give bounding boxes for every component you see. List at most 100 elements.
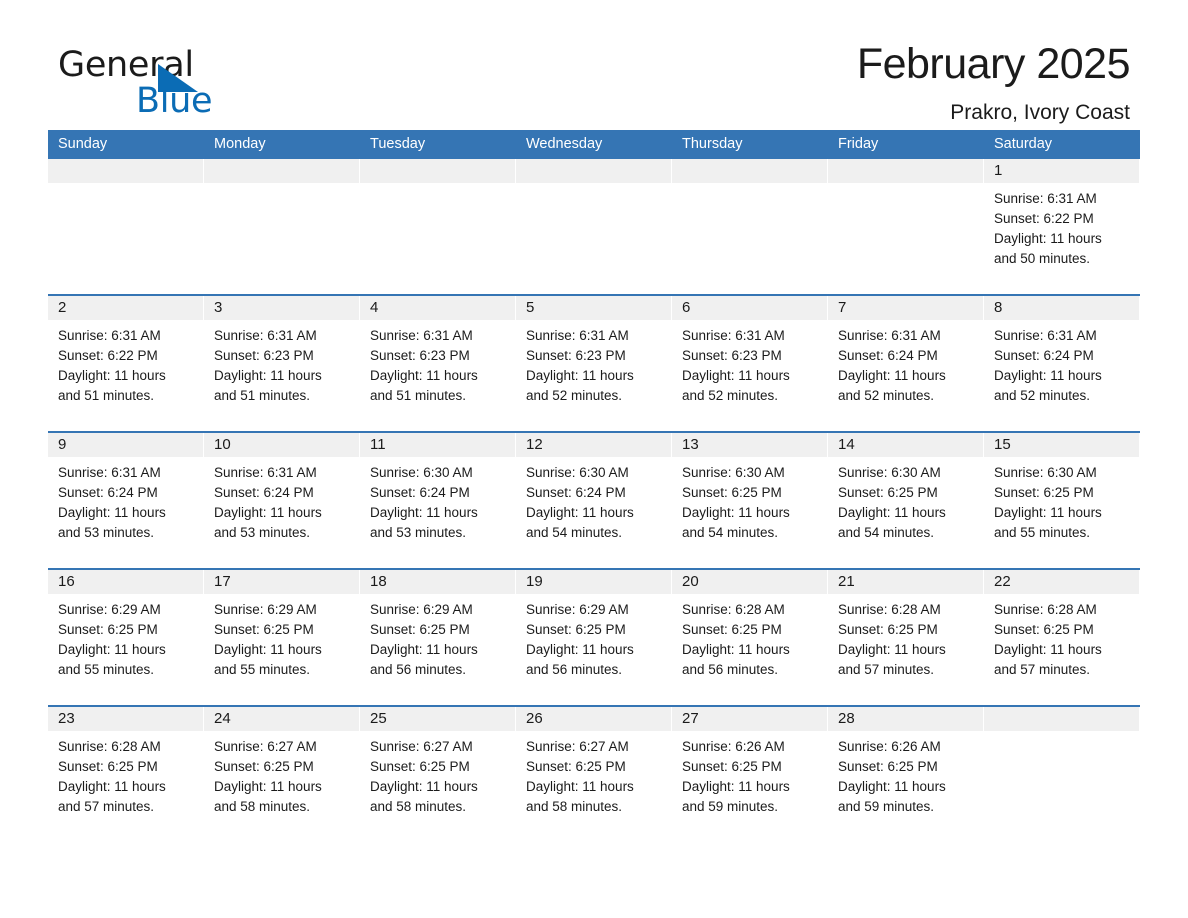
day-number: 19 (526, 573, 543, 590)
daylight-text-line2: and 55 minutes. (214, 662, 311, 677)
day-cell[interactable]: 3 Sunrise: 6:31 AM Sunset: 6:23 PM Dayli… (204, 296, 360, 431)
day-cell[interactable]: 26 Sunrise: 6:27 AM Sunset: 6:25 PM Dayl… (516, 707, 672, 842)
sunrise-text: Sunrise: 6:28 AM (58, 739, 161, 754)
day-cell[interactable]: 1 Sunrise: 6:31 AM Sunset: 6:22 PM Dayli… (984, 159, 1140, 294)
day-cell[interactable]: 25 Sunrise: 6:27 AM Sunset: 6:25 PM Dayl… (360, 707, 516, 842)
daylight-text-line1: Daylight: 11 hours (214, 505, 322, 520)
day-number-band: 3 (204, 296, 359, 320)
sunset-text: Sunset: 6:23 PM (214, 348, 314, 363)
sunrise-text: Sunrise: 6:31 AM (370, 328, 473, 343)
daylight-text-line2: and 59 minutes. (682, 799, 779, 814)
daylight-text-line2: and 55 minutes. (994, 525, 1091, 540)
day-details: Sunrise: 6:31 AM Sunset: 6:23 PM Dayligh… (672, 320, 827, 406)
day-cell[interactable]: 12 Sunrise: 6:30 AM Sunset: 6:24 PM Dayl… (516, 433, 672, 568)
day-cell[interactable]: 9 Sunrise: 6:31 AM Sunset: 6:24 PM Dayli… (48, 433, 204, 568)
day-details: Sunrise: 6:28 AM Sunset: 6:25 PM Dayligh… (828, 594, 983, 680)
day-cell[interactable] (360, 159, 516, 294)
day-cell[interactable]: 17 Sunrise: 6:29 AM Sunset: 6:25 PM Dayl… (204, 570, 360, 705)
day-number-band: 6 (672, 296, 827, 320)
day-cell[interactable]: 24 Sunrise: 6:27 AM Sunset: 6:25 PM Dayl… (204, 707, 360, 842)
day-cell[interactable]: 11 Sunrise: 6:30 AM Sunset: 6:24 PM Dayl… (360, 433, 516, 568)
day-cell[interactable]: 5 Sunrise: 6:31 AM Sunset: 6:23 PM Dayli… (516, 296, 672, 431)
daylight-text-line1: Daylight: 11 hours (994, 505, 1102, 520)
day-number: 20 (682, 573, 699, 590)
daylight-text-line1: Daylight: 11 hours (682, 779, 790, 794)
day-cell[interactable]: 23 Sunrise: 6:28 AM Sunset: 6:25 PM Dayl… (48, 707, 204, 842)
daylight-text-line1: Daylight: 11 hours (682, 642, 790, 657)
daylight-text-line2: and 51 minutes. (370, 388, 467, 403)
day-cell[interactable]: 22 Sunrise: 6:28 AM Sunset: 6:25 PM Dayl… (984, 570, 1140, 705)
day-number-band: 20 (672, 570, 827, 594)
day-cell[interactable]: 2 Sunrise: 6:31 AM Sunset: 6:22 PM Dayli… (48, 296, 204, 431)
day-cell[interactable] (48, 159, 204, 294)
daylight-text-line2: and 53 minutes. (214, 525, 311, 540)
daylight-text-line2: and 54 minutes. (838, 525, 935, 540)
day-number-band: 22 (984, 570, 1139, 594)
day-details: Sunrise: 6:27 AM Sunset: 6:25 PM Dayligh… (360, 731, 515, 817)
day-cell[interactable] (828, 159, 984, 294)
day-cell[interactable]: 20 Sunrise: 6:28 AM Sunset: 6:25 PM Dayl… (672, 570, 828, 705)
day-details: Sunrise: 6:28 AM Sunset: 6:25 PM Dayligh… (672, 594, 827, 680)
day-details: Sunrise: 6:31 AM Sunset: 6:23 PM Dayligh… (360, 320, 515, 406)
day-details: Sunrise: 6:30 AM Sunset: 6:25 PM Dayligh… (672, 457, 827, 543)
daylight-text-line2: and 58 minutes. (370, 799, 467, 814)
daylight-text-line2: and 55 minutes. (58, 662, 155, 677)
day-details: Sunrise: 6:30 AM Sunset: 6:24 PM Dayligh… (360, 457, 515, 543)
weekday-wednesday: Wednesday (526, 136, 603, 152)
sunset-text: Sunset: 6:24 PM (994, 348, 1094, 363)
sunrise-text: Sunrise: 6:31 AM (214, 328, 317, 343)
sunset-text: Sunset: 6:25 PM (526, 622, 626, 637)
sunset-text: Sunset: 6:22 PM (994, 211, 1094, 226)
daylight-text-line2: and 56 minutes. (526, 662, 623, 677)
day-cell[interactable]: 18 Sunrise: 6:29 AM Sunset: 6:25 PM Dayl… (360, 570, 516, 705)
day-number-band: 27 (672, 707, 827, 731)
day-cell[interactable]: 21 Sunrise: 6:28 AM Sunset: 6:25 PM Dayl… (828, 570, 984, 705)
day-cell[interactable] (984, 707, 1140, 842)
day-cell[interactable]: 27 Sunrise: 6:26 AM Sunset: 6:25 PM Dayl… (672, 707, 828, 842)
day-number: 26 (526, 710, 543, 727)
sunrise-text: Sunrise: 6:26 AM (682, 739, 785, 754)
sunrise-text: Sunrise: 6:31 AM (994, 191, 1097, 206)
day-cell[interactable]: 6 Sunrise: 6:31 AM Sunset: 6:23 PM Dayli… (672, 296, 828, 431)
day-details: Sunrise: 6:31 AM Sunset: 6:24 PM Dayligh… (828, 320, 983, 406)
daylight-text-line1: Daylight: 11 hours (58, 505, 166, 520)
generalblue-logo[interactable]: General Blue (58, 48, 258, 120)
day-cell[interactable]: 8 Sunrise: 6:31 AM Sunset: 6:24 PM Dayli… (984, 296, 1140, 431)
day-details: Sunrise: 6:29 AM Sunset: 6:25 PM Dayligh… (48, 594, 203, 680)
weekday-saturday: Saturday (994, 136, 1053, 152)
day-cell[interactable]: 7 Sunrise: 6:31 AM Sunset: 6:24 PM Dayli… (828, 296, 984, 431)
day-details: Sunrise: 6:30 AM Sunset: 6:25 PM Dayligh… (984, 457, 1139, 543)
day-number-band: 4 (360, 296, 515, 320)
day-cell[interactable] (516, 159, 672, 294)
sunset-text: Sunset: 6:25 PM (682, 622, 782, 637)
daylight-text-line1: Daylight: 11 hours (526, 368, 634, 383)
sunset-text: Sunset: 6:24 PM (58, 485, 158, 500)
day-number-band (516, 159, 671, 183)
day-cell[interactable]: 14 Sunrise: 6:30 AM Sunset: 6:25 PM Dayl… (828, 433, 984, 568)
day-number: 1 (994, 162, 1003, 179)
day-cell[interactable]: 4 Sunrise: 6:31 AM Sunset: 6:23 PM Dayli… (360, 296, 516, 431)
calendar-page: General Blue February 2025 Prakro, Ivory… (0, 0, 1188, 918)
day-cell[interactable]: 16 Sunrise: 6:29 AM Sunset: 6:25 PM Dayl… (48, 570, 204, 705)
day-number: 22 (994, 573, 1011, 590)
day-number-band (672, 159, 827, 183)
sunset-text: Sunset: 6:25 PM (58, 622, 158, 637)
day-details: Sunrise: 6:29 AM Sunset: 6:25 PM Dayligh… (204, 594, 359, 680)
sunset-text: Sunset: 6:25 PM (994, 485, 1094, 500)
weekday-friday: Friday (838, 136, 879, 152)
day-cell[interactable]: 28 Sunrise: 6:26 AM Sunset: 6:25 PM Dayl… (828, 707, 984, 842)
daylight-text-line1: Daylight: 11 hours (58, 779, 166, 794)
day-number: 15 (994, 436, 1011, 453)
day-number-band (828, 159, 983, 183)
day-cell[interactable]: 10 Sunrise: 6:31 AM Sunset: 6:24 PM Dayl… (204, 433, 360, 568)
day-cell[interactable]: 13 Sunrise: 6:30 AM Sunset: 6:25 PM Dayl… (672, 433, 828, 568)
day-cell[interactable]: 15 Sunrise: 6:30 AM Sunset: 6:25 PM Dayl… (984, 433, 1140, 568)
day-cell[interactable] (672, 159, 828, 294)
daylight-text-line1: Daylight: 11 hours (370, 642, 478, 657)
day-number: 18 (370, 573, 387, 590)
day-cell[interactable] (204, 159, 360, 294)
day-details (984, 731, 1139, 737)
weekday-tuesday: Tuesday (370, 136, 426, 152)
day-cell[interactable]: 19 Sunrise: 6:29 AM Sunset: 6:25 PM Dayl… (516, 570, 672, 705)
day-number: 8 (994, 299, 1003, 316)
